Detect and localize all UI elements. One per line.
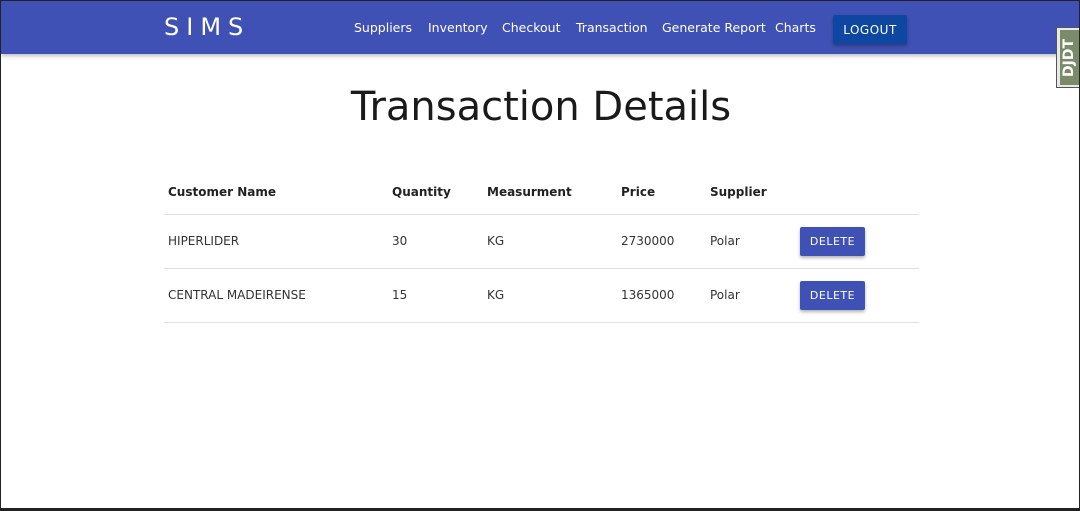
header-supplier: Supplier — [706, 171, 796, 215]
page-title: Transaction Details — [350, 84, 732, 130]
delete-button[interactable]: DELETE — [800, 280, 865, 310]
cell-measurement: KG — [483, 268, 617, 323]
nav-link-charts[interactable]: Charts — [775, 20, 816, 35]
cell-supplier: Polar — [706, 268, 796, 323]
cell-quantity: 15 — [388, 268, 483, 323]
nav-link-suppliers[interactable]: Suppliers — [354, 20, 412, 35]
cell-price: 2730000 — [617, 214, 706, 269]
cell-quantity: 30 — [388, 214, 483, 269]
table-row: HIPERLIDER 30 KG 2730000 Polar DELETE — [164, 214, 919, 269]
cell-actions: DELETE — [796, 268, 919, 323]
table-row: CENTRAL MADEIRENSE 15 KG 1365000 Polar D… — [164, 268, 919, 323]
header-quantity: Quantity — [388, 171, 483, 215]
nav-link-generate-report[interactable]: Generate Report — [662, 20, 766, 35]
debug-toolbar-badge: DJDT — [1059, 30, 1079, 85]
delete-button[interactable]: DELETE — [800, 226, 865, 256]
debug-toolbar-label: DJDT — [1061, 38, 1078, 77]
header-actions — [796, 171, 919, 215]
top-navbar: SIMS Suppliers Inventory Checkout Transa… — [1, 1, 1079, 54]
nav-link-checkout[interactable]: Checkout — [502, 20, 560, 35]
cell-actions: DELETE — [796, 214, 919, 269]
header-price: Price — [617, 171, 706, 215]
app-window: SIMS Suppliers Inventory Checkout Transa… — [0, 0, 1080, 511]
nav-link-transaction[interactable]: Transaction — [576, 20, 648, 35]
nav-link-inventory[interactable]: Inventory — [428, 20, 488, 35]
transaction-table: Customer Name Quantity Measurment Price … — [164, 171, 919, 323]
header-customer-name: Customer Name — [164, 171, 388, 215]
cell-supplier: Polar — [706, 214, 796, 269]
table-header-row: Customer Name Quantity Measurment Price … — [164, 171, 919, 215]
debug-toolbar-handle[interactable]: DJDT — [1056, 27, 1079, 88]
cell-measurement: KG — [483, 214, 617, 269]
cell-customer-name: CENTRAL MADEIRENSE — [164, 268, 388, 323]
header-measurement: Measurment — [483, 171, 617, 215]
cell-price: 1365000 — [617, 268, 706, 323]
logout-button[interactable]: LOGOUT — [833, 15, 907, 44]
cell-customer-name: HIPERLIDER — [164, 214, 388, 269]
brand-logo[interactable]: SIMS — [164, 13, 250, 41]
